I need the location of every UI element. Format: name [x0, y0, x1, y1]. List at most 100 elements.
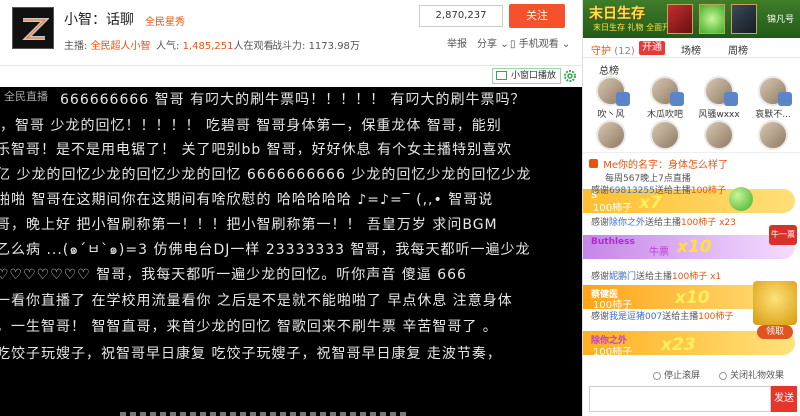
rank-user-name: 吹丶风	[597, 110, 625, 120]
chat-prefix: 感谢	[591, 312, 610, 322]
tab-guard[interactable]: 守护 (12)	[591, 42, 635, 57]
stop-scroll-toggle[interactable]: 停止滚屏	[653, 368, 700, 381]
level-badge-icon	[778, 92, 792, 106]
phone-icon: ▯	[510, 39, 516, 50]
rank-user-name: 木瓜吹吧	[646, 110, 683, 120]
chat-gift: 100柿子	[672, 272, 708, 282]
popularity-value: 1,485,251	[182, 41, 234, 52]
z-logo-icon	[19, 14, 49, 44]
host-name-link[interactable]: 全民超人小智	[91, 41, 151, 52]
gift-bar: Buthless 牛票 x10	[583, 235, 795, 259]
gift-bag-icon[interactable]	[667, 4, 693, 34]
guard-count: (12)	[614, 46, 635, 57]
close-gift-effect-toggle[interactable]: 关闭礼物效果	[719, 368, 784, 381]
chat-notice: Me你的名字：身体怎么样了	[589, 156, 728, 171]
banner-subtitle: 末日生存 礼物 全面开启	[593, 23, 679, 32]
chat-input[interactable]	[589, 386, 771, 412]
level-badge-icon	[670, 92, 684, 106]
gift-chip: 牛一票	[769, 225, 797, 245]
mini-window-label: 小窗口播放	[511, 71, 557, 81]
chat-user-link[interactable]: 妮鹏门	[609, 272, 636, 282]
avatar	[704, 120, 734, 150]
chat-mid: 送给主播	[645, 218, 682, 228]
danmaku-row: 啪啪 智哥在这期间你在这期间有啥欣慰的 哈哈哈哈哈 ♪=♪=‾ (,,• 智哥说	[0, 192, 494, 208]
avatar	[596, 120, 626, 150]
danmaku-row: 吃饺子玩嫂子，祝智哥早日康复 吃饺子玩嫂子，祝智哥早日康复 走波节奏，	[0, 346, 502, 362]
danmaku-row: ，一生智哥！ 智智直哥，来首少龙的回忆 智歌回来不刷牛票 辛苦智哥了 。	[0, 319, 498, 335]
chat-mid: 送给主播	[662, 312, 699, 322]
phone-watch-label: 手机观看	[518, 39, 559, 50]
mini-window-icon	[496, 71, 507, 80]
danmaku-row: 666666666 智哥 有叼大的刷牛票吗！！！！！ 有叼大的刷牛票吗？	[60, 92, 526, 108]
chat-user-link[interactable]: 除你之外	[609, 218, 645, 228]
rank-user-name: 风骚wxxx	[698, 110, 740, 120]
chat-gift: 100柿子	[698, 312, 734, 322]
danmaku-row: ，智哥 少龙的回忆！！！！！ 吃碧哥 智哥身体第一，保重龙体 智哥，能别	[0, 118, 502, 134]
rank-item[interactable]: 风骚wxxx	[693, 76, 745, 120]
report-link[interactable]: 举报	[447, 35, 467, 50]
notice-text: Me你的名字：身体怎么样了	[603, 160, 728, 171]
chat-line: 感谢我是逗猪007送给主播100柿子	[591, 309, 733, 322]
avatar	[650, 120, 680, 150]
rank-item[interactable]: 木瓜吹吧	[639, 76, 691, 120]
chat-gift: 100柿子	[681, 218, 717, 228]
rank-item[interactable]: 吹丶风	[585, 76, 637, 120]
anchor-avatar[interactable]	[12, 7, 54, 49]
gift-sender: Buthless	[591, 237, 635, 247]
chat-user-link[interactable]: 69813255	[609, 186, 655, 196]
danmaku-row: 乙么病 ...(๑´ㅂ`๑)=3 仿佛电台DJ一样 23333333 智哥，我每…	[0, 242, 531, 258]
power-info: 战斗力: 1173.98万	[272, 37, 360, 52]
video-watermark: 全民直播	[4, 90, 48, 103]
green-ball-icon[interactable]	[699, 4, 725, 34]
chat-options: 停止滚屏 关闭礼物效果	[583, 364, 800, 384]
chat-mid: 送给主播	[654, 186, 691, 196]
avatar	[758, 120, 788, 150]
treasure-chest-icon[interactable]	[753, 281, 797, 325]
power-value: 1173.98万	[308, 41, 360, 52]
chat-gift-count: x23	[719, 218, 736, 228]
close-gift-effect-label: 关闭礼物效果	[730, 371, 785, 381]
chat-line: 感谢妮鹏门送给主播100柿子 x1	[591, 269, 721, 282]
claim-button[interactable]: 领取	[757, 325, 793, 339]
event-banner[interactable]: 末日生存 末日生存 礼物 全面开启 锦凡号	[583, 0, 800, 38]
rank-item[interactable]	[747, 120, 799, 150]
follow-button[interactable]: 关注	[509, 4, 565, 28]
share-link[interactable]: 分享 ⌄	[477, 35, 509, 50]
radio-icon	[719, 371, 727, 380]
phone-watch-link[interactable]: ▯ 手机观看 ⌄	[510, 35, 570, 50]
chat-list[interactable]: Me你的名字：身体怎么样了 每周567晚上7点直播 5 100柿子 x7 感谢6…	[583, 152, 800, 362]
mini-window-button[interactable]: 小窗口播放	[492, 68, 562, 84]
chat-mid: 送给主播	[636, 272, 673, 282]
send-button[interactable]: 发送	[771, 386, 797, 412]
gift-desc: 100柿子	[593, 347, 633, 358]
danmaku-row: 哥，晚上好 把小智刷称第一！！！把小智刷称第一！！ 吾皇万岁 求问BGM	[0, 217, 498, 233]
chat-user-link[interactable]: 我是逗猪007	[609, 312, 662, 322]
gift-count: x10	[677, 237, 712, 257]
follow-count: 2,870,237	[419, 5, 503, 27]
avatar	[650, 76, 684, 106]
chevron-down-icon: ⌄	[500, 39, 509, 50]
tab-week-rank[interactable]: 周榜	[728, 42, 748, 57]
tab-session-rank[interactable]: 场榜	[681, 42, 701, 57]
chat-line: 感谢除你之外送给主播100柿子 x23	[591, 215, 736, 228]
room-header: 小智：话聊 全民星秀 主播: 全民超人小智 人气: 1,485,251人在观看 …	[0, 0, 582, 66]
category-link[interactable]: 全民星秀	[145, 13, 185, 28]
avatar	[596, 76, 630, 106]
notice-icon	[589, 159, 598, 168]
gift-count: x7	[639, 193, 662, 213]
level-badge-icon	[616, 92, 630, 106]
chevron-down-icon: ⌄	[561, 39, 571, 50]
chat-prefix: 感谢	[591, 272, 610, 282]
gear-icon[interactable]	[563, 69, 577, 83]
video-player[interactable]: 全民直播 666666666 智哥 有叼大的刷牛票吗！！！！！ 有叼大的刷牛票吗…	[0, 87, 582, 416]
rank-item[interactable]	[585, 120, 637, 150]
open-guard-button[interactable]: 开通	[639, 41, 665, 55]
rank-item[interactable]: 哀默不...	[747, 76, 799, 120]
gift-desc: 100柿子	[593, 203, 633, 214]
guard-tabs: 守护 (12) 开通 场榜 周榜	[583, 40, 800, 58]
zombie-icon[interactable]	[731, 4, 757, 34]
rank-item[interactable]	[639, 120, 691, 150]
rank-item[interactable]	[693, 120, 745, 150]
side-panel: 末日生存 末日生存 礼物 全面开启 锦凡号 守护 (12) 开通 场榜 周榜 总…	[582, 0, 800, 416]
radio-icon	[653, 371, 661, 380]
